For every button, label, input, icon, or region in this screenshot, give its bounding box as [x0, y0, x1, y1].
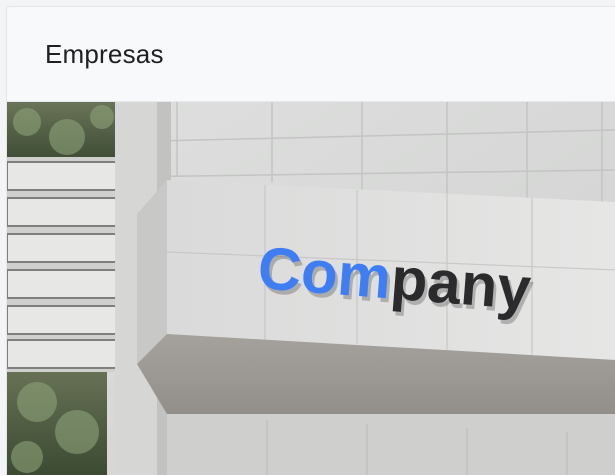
- logo-part-dark: pany: [388, 245, 533, 323]
- card-title: Empresas: [45, 38, 164, 69]
- company-building-image: Company Company: [7, 102, 615, 475]
- card-header: Empresas: [7, 7, 615, 102]
- company-card[interactable]: Empresas Company Company: [6, 6, 615, 475]
- lower-wall: [167, 414, 615, 475]
- logo-part-blue: Com: [256, 234, 394, 311]
